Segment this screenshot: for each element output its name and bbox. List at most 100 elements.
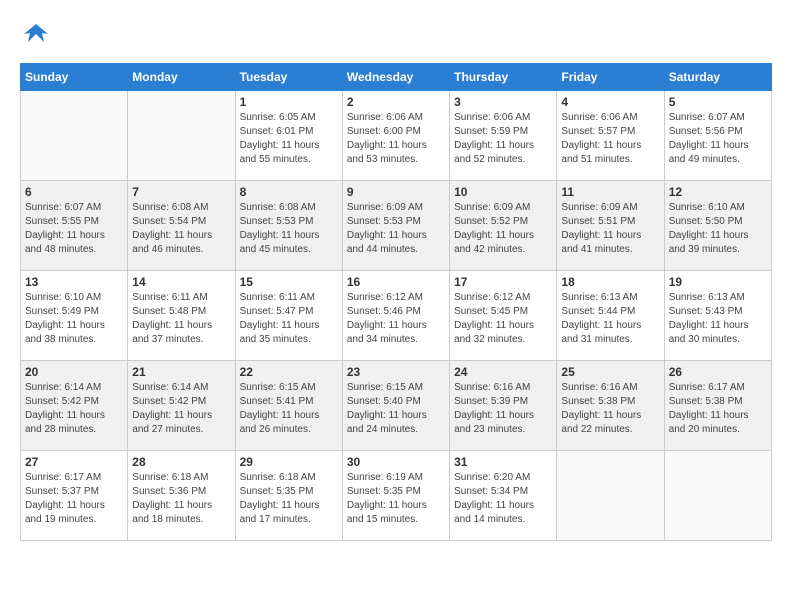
calendar-cell: 14Sunrise: 6:11 AM Sunset: 5:48 PM Dayli… (128, 270, 235, 360)
day-header-sunday: Sunday (21, 63, 128, 90)
day-info: Sunrise: 6:11 AM Sunset: 5:47 PM Dayligh… (240, 291, 338, 347)
day-info: Sunrise: 6:06 AM Sunset: 5:59 PM Dayligh… (454, 111, 552, 167)
calendar-cell: 22 Sunrise: 6:15 AM Sunset: 5:41 PM Dayli… (235, 360, 342, 450)
day-number: 27 (25, 455, 123, 469)
day-number: 14 (132, 275, 230, 289)
calendar-cell: 5Sunrise: 6:07 AM Sunset: 5:56 PM Daylig… (664, 90, 771, 180)
day-info: Sunrise: 6:08 AM Sunset: 5:53 PM Dayligh… (240, 201, 338, 257)
day-info: Sunrise: 6:09 AM Sunset: 5:52 PM Dayligh… (454, 201, 552, 257)
calendar-cell: 17 Sunrise: 6:12 AM Sunset: 5:45 PM Dayli… (450, 270, 557, 360)
calendar-cell (557, 450, 664, 540)
calendar-cell: 13 Sunrise: 6:10 AM Sunset: 5:49 PM Dayli… (21, 270, 128, 360)
calendar-week-row: 27 Sunrise: 6:17 AM Sunset: 5:37 PM Dayli… (21, 450, 772, 540)
day-info: Sunrise: 6:06 AM Sunset: 5:57 PM Dayligh… (561, 111, 659, 167)
day-number: 21 (132, 365, 230, 379)
calendar-cell: 28Sunrise: 6:18 AM Sunset: 5:36 PM Dayli… (128, 450, 235, 540)
day-info: Sunrise: 6:10 AM Sunset: 5:49 PM Dayligh… (25, 291, 123, 347)
calendar-cell: 12Sunrise: 6:10 AM Sunset: 5:50 PM Dayli… (664, 180, 771, 270)
day-header-saturday: Saturday (664, 63, 771, 90)
calendar-cell: 11 Sunrise: 6:09 AM Sunset: 5:51 PM Dayli… (557, 180, 664, 270)
day-number: 23 (347, 365, 445, 379)
day-number: 8 (240, 185, 338, 199)
day-number: 29 (240, 455, 338, 469)
day-number: 31 (454, 455, 552, 469)
calendar-cell (128, 90, 235, 180)
calendar-cell: 1 Sunrise: 6:05 AM Sunset: 6:01 PM Daylig… (235, 90, 342, 180)
day-info: Sunrise: 6:16 AM Sunset: 5:38 PM Dayligh… (561, 381, 659, 437)
day-info: Sunrise: 6:14 AM Sunset: 5:42 PM Dayligh… (25, 381, 123, 437)
day-info: Sunrise: 6:17 AM Sunset: 5:38 PM Dayligh… (669, 381, 767, 437)
day-header-monday: Monday (128, 63, 235, 90)
day-info: Sunrise: 6:16 AM Sunset: 5:39 PM Dayligh… (454, 381, 552, 437)
day-number: 2 (347, 95, 445, 109)
day-number: 15 (240, 275, 338, 289)
calendar-cell: 19Sunrise: 6:13 AM Sunset: 5:43 PM Dayli… (664, 270, 771, 360)
day-number: 22 (240, 365, 338, 379)
day-info: Sunrise: 6:18 AM Sunset: 5:35 PM Dayligh… (240, 471, 338, 527)
day-number: 9 (347, 185, 445, 199)
day-number: 19 (669, 275, 767, 289)
calendar-cell: 6Sunrise: 6:07 AM Sunset: 5:55 PM Daylig… (21, 180, 128, 270)
calendar-week-row: 13 Sunrise: 6:10 AM Sunset: 5:49 PM Dayli… (21, 270, 772, 360)
day-number: 7 (132, 185, 230, 199)
day-number: 6 (25, 185, 123, 199)
calendar-table: SundayMondayTuesdayWednesdayThursdayFrid… (20, 63, 772, 541)
day-info: Sunrise: 6:14 AM Sunset: 5:42 PM Dayligh… (132, 381, 230, 437)
day-number: 18 (561, 275, 659, 289)
day-info: Sunrise: 6:09 AM Sunset: 5:53 PM Dayligh… (347, 201, 445, 257)
page-header (20, 20, 772, 53)
calendar-cell: 21 Sunrise: 6:14 AM Sunset: 5:42 PM Dayli… (128, 360, 235, 450)
day-info: Sunrise: 6:12 AM Sunset: 5:45 PM Dayligh… (454, 291, 552, 347)
calendar-cell: 23 Sunrise: 6:15 AM Sunset: 5:40 PM Dayli… (342, 360, 449, 450)
day-info: Sunrise: 6:12 AM Sunset: 5:46 PM Dayligh… (347, 291, 445, 347)
calendar-cell: 20Sunrise: 6:14 AM Sunset: 5:42 PM Dayli… (21, 360, 128, 450)
day-number: 1 (240, 95, 338, 109)
day-info: Sunrise: 6:20 AM Sunset: 5:34 PM Dayligh… (454, 471, 552, 527)
day-info: Sunrise: 6:07 AM Sunset: 5:56 PM Dayligh… (669, 111, 767, 167)
day-info: Sunrise: 6:05 AM Sunset: 6:01 PM Dayligh… (240, 111, 338, 167)
day-info: Sunrise: 6:10 AM Sunset: 5:50 PM Dayligh… (669, 201, 767, 257)
day-number: 25 (561, 365, 659, 379)
calendar-cell: 15 Sunrise: 6:11 AM Sunset: 5:47 PM Dayli… (235, 270, 342, 360)
calendar-week-row: 6Sunrise: 6:07 AM Sunset: 5:55 PM Daylig… (21, 180, 772, 270)
calendar-header-row: SundayMondayTuesdayWednesdayThursdayFrid… (21, 63, 772, 90)
day-header-friday: Friday (557, 63, 664, 90)
day-number: 26 (669, 365, 767, 379)
day-info: Sunrise: 6:06 AM Sunset: 6:00 PM Dayligh… (347, 111, 445, 167)
logo (20, 20, 50, 53)
day-info: Sunrise: 6:15 AM Sunset: 5:40 PM Dayligh… (347, 381, 445, 437)
day-number: 11 (561, 185, 659, 199)
calendar-cell: 18 Sunrise: 6:13 AM Sunset: 5:44 PM Dayli… (557, 270, 664, 360)
day-info: Sunrise: 6:13 AM Sunset: 5:44 PM Dayligh… (561, 291, 659, 347)
day-number: 16 (347, 275, 445, 289)
calendar-cell: 26 Sunrise: 6:17 AM Sunset: 5:38 PM Dayli… (664, 360, 771, 450)
calendar-cell: 24Sunrise: 6:16 AM Sunset: 5:39 PM Dayli… (450, 360, 557, 450)
day-number: 17 (454, 275, 552, 289)
day-info: Sunrise: 6:17 AM Sunset: 5:37 PM Dayligh… (25, 471, 123, 527)
calendar-cell: 25 Sunrise: 6:16 AM Sunset: 5:38 PM Dayli… (557, 360, 664, 450)
calendar-cell: 8 Sunrise: 6:08 AM Sunset: 5:53 PM Daylig… (235, 180, 342, 270)
calendar-cell: 2 Sunrise: 6:06 AM Sunset: 6:00 PM Daylig… (342, 90, 449, 180)
calendar-cell: 27 Sunrise: 6:17 AM Sunset: 5:37 PM Dayli… (21, 450, 128, 540)
calendar-cell: 4Sunrise: 6:06 AM Sunset: 5:57 PM Daylig… (557, 90, 664, 180)
day-header-wednesday: Wednesday (342, 63, 449, 90)
calendar-week-row: 20Sunrise: 6:14 AM Sunset: 5:42 PM Dayli… (21, 360, 772, 450)
day-number: 10 (454, 185, 552, 199)
day-number: 13 (25, 275, 123, 289)
day-info: Sunrise: 6:15 AM Sunset: 5:41 PM Dayligh… (240, 381, 338, 437)
calendar-cell (664, 450, 771, 540)
calendar-cell: 10 Sunrise: 6:09 AM Sunset: 5:52 PM Dayli… (450, 180, 557, 270)
day-info: Sunrise: 6:08 AM Sunset: 5:54 PM Dayligh… (132, 201, 230, 257)
day-info: Sunrise: 6:09 AM Sunset: 5:51 PM Dayligh… (561, 201, 659, 257)
calendar-cell (21, 90, 128, 180)
day-info: Sunrise: 6:19 AM Sunset: 5:35 PM Dayligh… (347, 471, 445, 527)
day-header-thursday: Thursday (450, 63, 557, 90)
day-number: 30 (347, 455, 445, 469)
calendar-cell: 3Sunrise: 6:06 AM Sunset: 5:59 PM Daylig… (450, 90, 557, 180)
calendar-cell: 29 Sunrise: 6:18 AM Sunset: 5:35 PM Dayli… (235, 450, 342, 540)
calendar-week-row: 1 Sunrise: 6:05 AM Sunset: 6:01 PM Daylig… (21, 90, 772, 180)
logo-bird-icon (22, 20, 50, 48)
day-number: 28 (132, 455, 230, 469)
calendar-cell: 30 Sunrise: 6:19 AM Sunset: 5:35 PM Dayli… (342, 450, 449, 540)
day-header-tuesday: Tuesday (235, 63, 342, 90)
